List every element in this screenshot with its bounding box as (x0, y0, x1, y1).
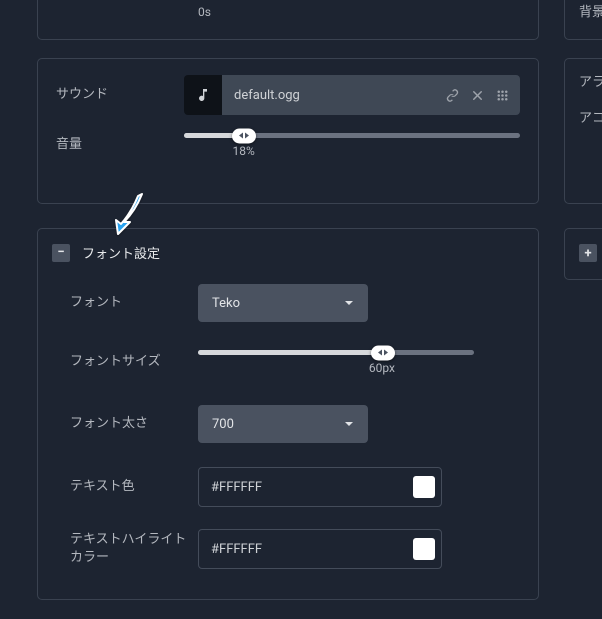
color-swatch[interactable] (413, 476, 435, 498)
music-icon (184, 75, 222, 115)
right-panel-bg: 背景 (564, 0, 602, 40)
font-size-value: 60px (369, 361, 395, 375)
chevron-down-icon (344, 419, 354, 429)
duration-panel: 0s (37, 0, 539, 40)
font-weight-label: フォント太さ (70, 415, 198, 433)
font-select[interactable]: Teko (198, 284, 368, 322)
font-label: フォント (70, 294, 198, 312)
acc-label: アコライドテキスト (565, 99, 602, 135)
font-settings-panel: − フォント設定 フォント Teko フォントサイズ (37, 228, 539, 600)
add-button[interactable]: + (579, 244, 597, 262)
right-panel-alerts: アラートメッセージ アコライドテキスト (564, 58, 602, 204)
link-icon[interactable] (445, 88, 460, 103)
close-icon[interactable] (470, 88, 485, 103)
sound-label: サウンド (56, 86, 184, 104)
text-color-value: #FFFFFF (211, 480, 413, 495)
highlight-color-input[interactable]: #FFFFFF (198, 529, 442, 569)
bg-label: 背景 (565, 0, 602, 29)
section-title: フォント設定 (82, 243, 160, 262)
font-weight-select[interactable]: 700 (198, 405, 368, 443)
sound-panel: サウンド default.ogg 音量 (37, 58, 539, 204)
drag-icon[interactable] (495, 88, 510, 103)
right-panel-add: + (564, 228, 602, 280)
highlight-color-label: テキストハイライトカラー (70, 531, 198, 567)
color-swatch[interactable] (413, 538, 435, 560)
chevron-down-icon (344, 298, 354, 308)
volume-label: 音量 (56, 136, 184, 154)
font-weight-value: 700 (212, 417, 234, 432)
slider-thumb[interactable] (371, 345, 395, 360)
font-size-slider[interactable] (198, 350, 474, 355)
volume-value: 18% (232, 144, 254, 158)
font-select-value: Teko (212, 296, 240, 311)
sound-file-field[interactable]: default.ogg (184, 75, 520, 115)
font-size-label: フォントサイズ (70, 353, 198, 371)
slider-thumb[interactable] (232, 128, 256, 143)
collapse-button[interactable]: − (52, 244, 70, 262)
sound-file-name: default.ogg (222, 75, 445, 115)
text-color-label: テキスト色 (70, 478, 198, 496)
duration-value: 0s (38, 0, 538, 19)
volume-slider[interactable] (184, 133, 520, 138)
alert-label: アラートメッセージ (565, 59, 602, 99)
text-color-input[interactable]: #FFFFFF (198, 467, 442, 507)
highlight-color-value: #FFFFFF (211, 542, 413, 557)
